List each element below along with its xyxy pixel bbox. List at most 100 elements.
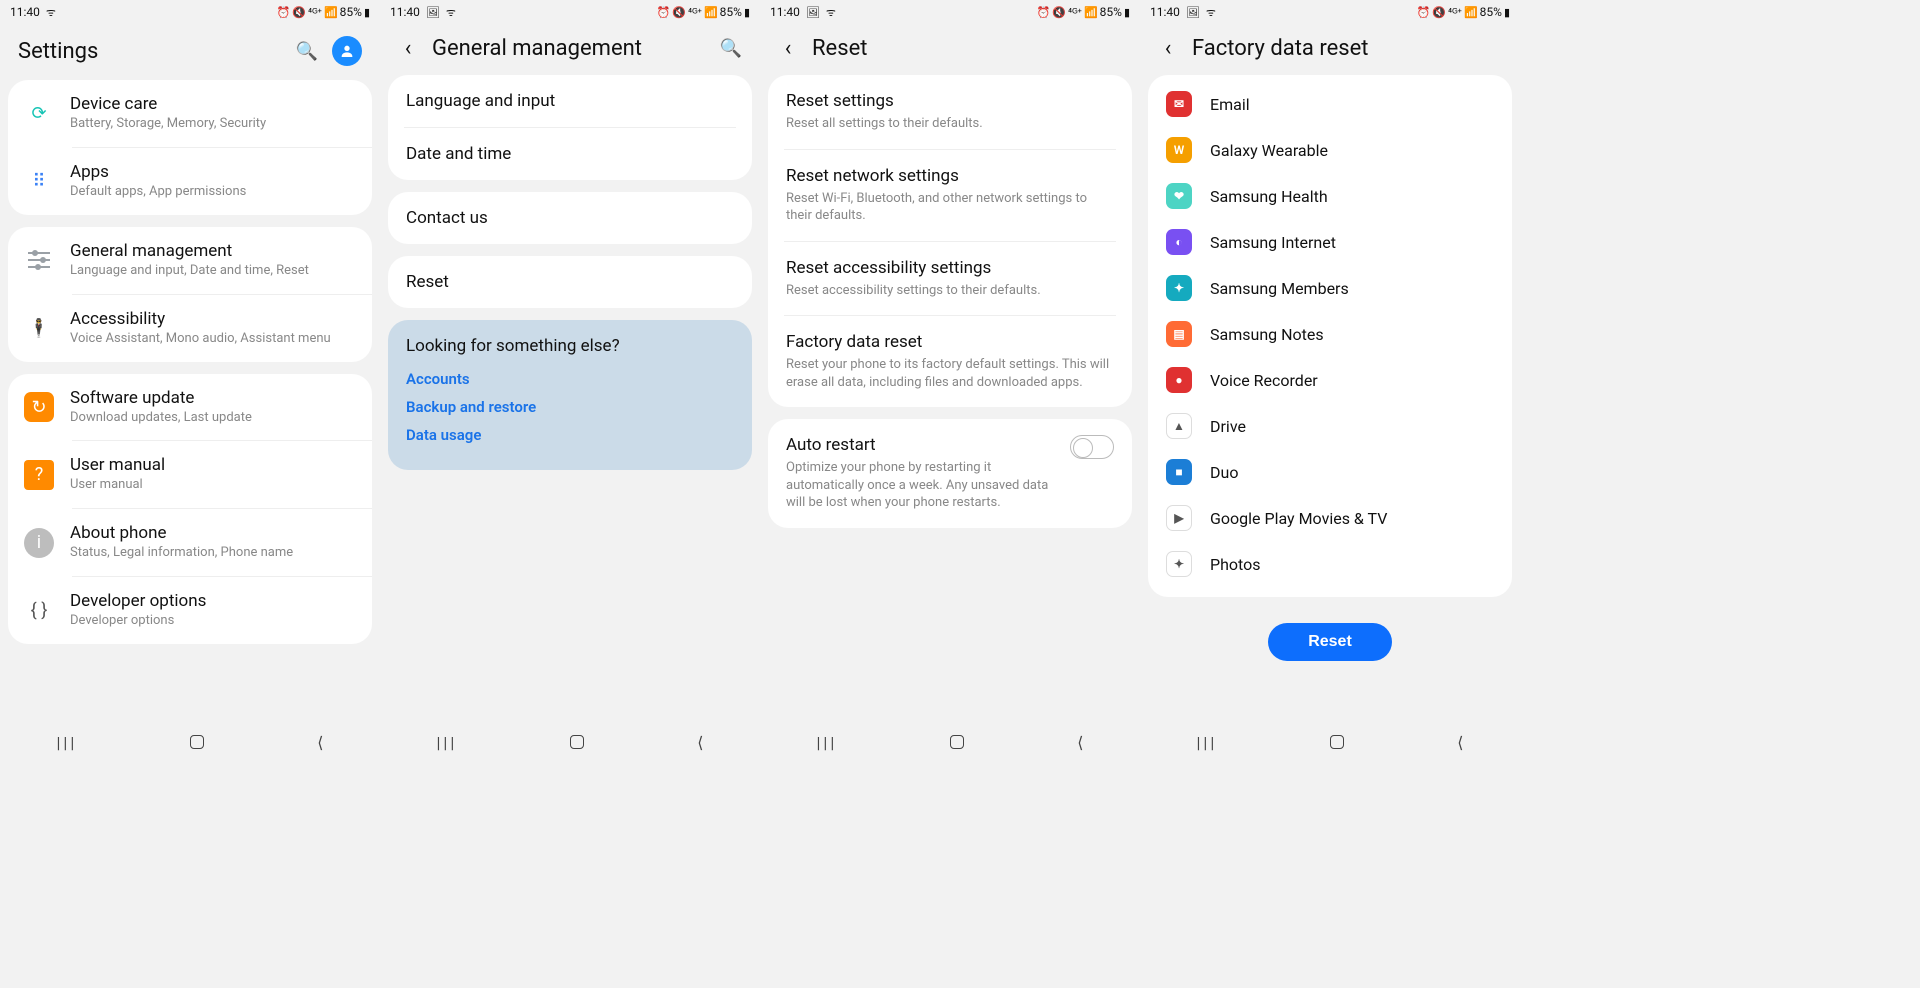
settings-group-3: ↻ Software update Download updates, Last… [8, 374, 372, 645]
app-icon: ▤ [1166, 321, 1192, 347]
app-row: ▤ Samsung Notes [1148, 311, 1512, 357]
alarm-icon: ⏰ [277, 6, 291, 19]
item-reset-network[interactable]: Reset network settings Reset Wi-Fi, Blue… [768, 150, 1132, 241]
item-about-phone[interactable]: i About phone Status, Legal information,… [8, 509, 372, 576]
mute-icon: 🔇 [1432, 6, 1446, 19]
item-reset-settings[interactable]: Reset settings Reset all settings to the… [768, 75, 1132, 149]
nav-back[interactable]: ⟨ [697, 733, 703, 752]
image-icon: 🖼 [426, 6, 440, 19]
link-data-usage[interactable]: Data usage [406, 426, 734, 444]
app-row: ●Voice Recorder [1148, 357, 1512, 403]
search-icon[interactable]: 🔍 [296, 41, 318, 62]
gm-group-3: Reset [388, 256, 752, 308]
page-title: Settings [18, 39, 282, 64]
item-sub: Status, Legal information, Phone name [70, 545, 356, 562]
app-label: Samsung Health [1210, 187, 1328, 206]
item-title: General management [70, 241, 356, 261]
nav-recents[interactable]: ||| [57, 733, 78, 752]
back-icon[interactable]: ‹ [398, 36, 418, 61]
gm-group-1: Language and input Date and time [388, 75, 752, 180]
settings-group-2: General management Language and input, D… [8, 227, 372, 362]
app-label: Samsung Members [1210, 279, 1349, 298]
app-label: Google Play Movies & TV [1210, 509, 1387, 528]
clock: 11:40 [770, 5, 800, 19]
item-sub: Voice Assistant, Mono audio, Assistant m… [70, 331, 356, 348]
reset-button[interactable]: Reset [1268, 623, 1392, 661]
item-developer-options[interactable]: { } Developer options Developer options [8, 577, 372, 644]
nav-back[interactable]: ⟨ [1457, 733, 1463, 752]
item-contact-us[interactable]: Contact us [388, 192, 752, 244]
item-reset-accessibility[interactable]: Reset accessibility settings Reset acces… [768, 242, 1132, 316]
nav-recents[interactable]: ||| [817, 733, 838, 752]
app-label: Email [1210, 95, 1250, 114]
item-general-management[interactable]: General management Language and input, D… [8, 227, 372, 294]
signal-icon: 📶 [324, 6, 338, 19]
battery-icon: ▮ [1504, 6, 1510, 19]
dev-icon: { } [24, 596, 54, 626]
about-icon: i [24, 528, 54, 558]
item-title: Software update [70, 388, 356, 408]
status-bar: 11:40🖼ᯤ ⏰🔇⁴ᴳ⁺📶85%▮ [1140, 0, 1520, 24]
accessibility-icon: 🕴 [24, 313, 54, 343]
app-icon: ✦ [1166, 275, 1192, 301]
search-icon[interactable]: 🔍 [720, 38, 742, 59]
app-row: ❤Samsung Health [1148, 173, 1512, 219]
nav-back[interactable]: ⟨ [317, 733, 323, 752]
link-accounts[interactable]: Accounts [406, 370, 734, 388]
manual-icon: ? [24, 460, 54, 490]
item-title: Device care [70, 94, 356, 114]
app-label: Galaxy Wearable [1210, 141, 1328, 160]
settings-group-1: ⟳ Device care Battery, Storage, Memory, … [8, 80, 372, 215]
item-sub: Developer options [70, 613, 356, 630]
screen-factory-data-reset: 11:40🖼ᯤ ⏰🔇⁴ᴳ⁺📶85%▮ ‹ Factory data reset … [1140, 0, 1520, 760]
link-backup-restore[interactable]: Backup and restore [406, 398, 734, 416]
network-icon: ⁴ᴳ⁺ [1068, 6, 1082, 19]
item-title: User manual [70, 455, 356, 475]
item-device-care[interactable]: ⟳ Device care Battery, Storage, Memory, … [8, 80, 372, 147]
account-avatar[interactable] [332, 36, 362, 66]
screen-reset: 11:40🖼ᯤ ⏰🔇⁴ᴳ⁺📶85%▮ ‹ Reset Reset setting… [760, 0, 1140, 760]
item-accessibility[interactable]: 🕴 Accessibility Voice Assistant, Mono au… [8, 295, 372, 362]
screen-general-management: 11:40🖼ᯤ ⏰🔇⁴ᴳ⁺📶85%▮ ‹ General management … [380, 0, 760, 760]
nav-home[interactable] [950, 735, 964, 749]
nav-recents[interactable]: ||| [1197, 733, 1218, 752]
item-auto-restart[interactable]: Auto restart Optimize your phone by rest… [768, 419, 1132, 528]
back-icon[interactable]: ‹ [778, 36, 798, 61]
item-reset[interactable]: Reset [388, 256, 752, 308]
nav-home[interactable] [1330, 735, 1344, 749]
app-label: Drive [1210, 417, 1246, 436]
item-language-input[interactable]: Language and input [388, 75, 752, 127]
clock: 11:40 [1150, 5, 1180, 19]
app-label: Photos [1210, 555, 1261, 574]
wifi-icon: ᯤ [1206, 5, 1216, 20]
nav-home[interactable] [190, 735, 204, 749]
item-date-time[interactable]: Date and time [388, 128, 752, 180]
nav-home[interactable] [570, 735, 584, 749]
item-title: Developer options [70, 591, 356, 611]
image-icon: 🖼 [806, 6, 820, 19]
screen-settings: 11:40ᯤ ⏰🔇⁴ᴳ⁺📶85%▮ Settings 🔍 ⟳ Device ca… [0, 0, 380, 760]
wifi-icon: ᯤ [826, 5, 836, 20]
header: ‹ Reset [760, 24, 1140, 75]
back-icon[interactable]: ‹ [1158, 36, 1178, 61]
nav-back[interactable]: ⟨ [1077, 733, 1083, 752]
gm-group-2: Contact us [388, 192, 752, 244]
mute-icon: 🔇 [1052, 6, 1066, 19]
battery-icon: ▮ [364, 6, 370, 19]
nav-recents[interactable]: ||| [437, 733, 458, 752]
app-label: Samsung Internet [1210, 233, 1336, 252]
item-factory-data-reset[interactable]: Factory data reset Reset your phone to i… [768, 316, 1132, 407]
network-icon: ⁴ᴳ⁺ [688, 6, 702, 19]
suggest-head: Looking for something else? [406, 336, 734, 356]
app-icon: ■ [1166, 459, 1192, 485]
app-label: Samsung Notes [1210, 325, 1324, 344]
app-icon: ✦ [1166, 551, 1192, 577]
signal-icon: 📶 [1084, 6, 1098, 19]
auto-restart-toggle[interactable] [1070, 435, 1114, 459]
status-bar: 11:40ᯤ ⏰🔇⁴ᴳ⁺📶85%▮ [0, 0, 380, 24]
item-user-manual[interactable]: ? User manual User manual [8, 441, 372, 508]
item-apps[interactable]: ⠿ Apps Default apps, App permissions [8, 148, 372, 215]
page-title: Reset [812, 36, 1122, 61]
item-software-update[interactable]: ↻ Software update Download updates, Last… [8, 374, 372, 441]
alarm-icon: ⏰ [1417, 6, 1431, 19]
